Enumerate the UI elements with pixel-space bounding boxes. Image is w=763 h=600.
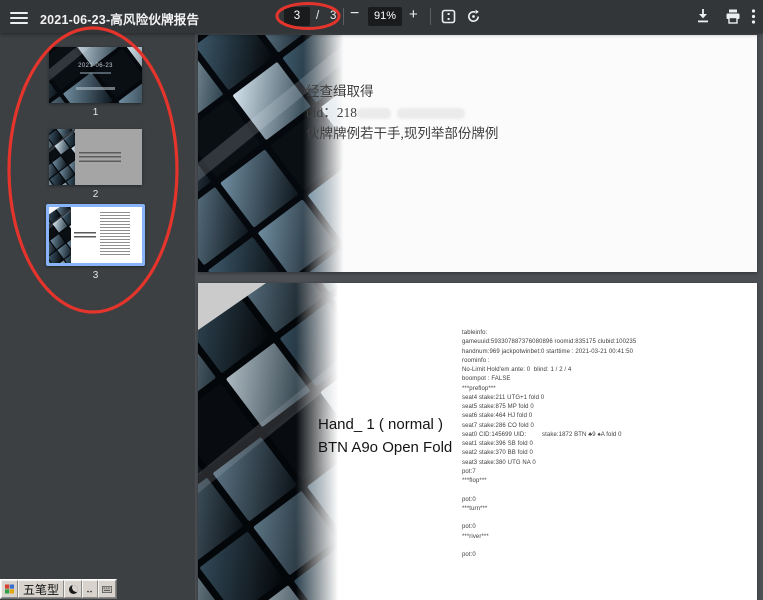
rotate-icon[interactable]: [466, 9, 481, 24]
document-title: 2021-06-23-高风险伙牌报告: [40, 9, 199, 28]
hand-title-line: BTN A9o Open Fold: [318, 436, 452, 459]
menu-icon[interactable]: [10, 9, 28, 24]
print-icon[interactable]: [725, 9, 741, 24]
tableinfo-block: tableinfo: gameuuid:593307887376080896 r…: [462, 329, 636, 560]
page-total: 3: [330, 10, 336, 22]
text-line: 经查缉取得: [306, 81, 498, 102]
thumbnail-text-lines: [79, 152, 121, 164]
thumbnail-label-3[interactable]: 3: [49, 270, 142, 281]
thumbnail-page-1[interactable]: 2021-06-23: [49, 47, 142, 103]
thumbnail-page-2[interactable]: [49, 129, 142, 185]
page-2-text: 经查缉取得 uid：218 伙牌牌例若干手,现列举部份牌例: [306, 81, 498, 144]
zoom-in-button[interactable]: +: [409, 6, 418, 23]
ime-fullwidth-toggle-icon[interactable]: [64, 580, 82, 598]
more-options-icon[interactable]: [751, 9, 756, 24]
ime-status-bar: 五笔型 ‥: [0, 579, 117, 599]
thumbnail-page-3-selected[interactable]: [46, 204, 145, 266]
thumbnail-slide-title: 2021-06-23: [49, 63, 142, 69]
hand-title: Hand_ 1 ( normal ) BTN A9o Open Fold: [318, 413, 452, 459]
page-separator: /: [316, 10, 319, 22]
pdf-toolbar: 2021-06-23-高风险伙牌报告 3 / 3 − 91% +: [0, 0, 763, 33]
text-line: 伙牌牌例若干手,现列举部份牌例: [306, 123, 498, 144]
ime-logo-icon[interactable]: [1, 580, 18, 598]
ime-soft-keyboard-icon[interactable]: [98, 580, 116, 598]
hand-title-line: Hand_ 1 ( normal ): [318, 413, 452, 436]
thumbnail-text-line: [80, 72, 111, 74]
thumbnail-label-2[interactable]: 2: [49, 189, 142, 200]
redaction-smudge: [357, 108, 391, 119]
fit-to-page-icon[interactable]: [441, 9, 456, 24]
pdf-page-3: Hand_ 1 ( normal ) BTN A9o Open Fold tab…: [198, 283, 757, 600]
thumbnail-text-line: [76, 87, 115, 90]
thumbnail-text-lines: [100, 212, 130, 256]
download-icon[interactable]: [696, 8, 710, 24]
artwork-fade: [303, 35, 347, 272]
thumbnail-text-lines: [74, 232, 96, 239]
screen: { "toolbar": { "title": "2021-06-23-高风险伙…: [0, 0, 763, 600]
text-line-uid: uid：218: [306, 102, 498, 123]
toolbar-divider: [430, 8, 431, 25]
cubes-artwork: [49, 47, 142, 103]
cubes-artwork: [49, 207, 71, 263]
ime-mode-button[interactable]: 五笔型: [18, 580, 64, 598]
zoom-out-button[interactable]: −: [350, 5, 359, 23]
cubes-artwork: [49, 129, 75, 185]
ime-punctuation-toggle[interactable]: ‥: [82, 580, 98, 598]
thumbnail-sidebar: 2021-06-23 1 2 3: [0, 33, 195, 600]
page-number-input[interactable]: 3: [284, 7, 310, 26]
pdf-page-2: 经查缉取得 uid：218 伙牌牌例若干手,现列举部份牌例: [198, 35, 757, 272]
toolbar-divider: [343, 8, 344, 25]
redaction-smudge: [397, 108, 465, 119]
zoom-level-input[interactable]: 91%: [368, 7, 402, 26]
thumbnail-label-1[interactable]: 1: [49, 107, 142, 118]
